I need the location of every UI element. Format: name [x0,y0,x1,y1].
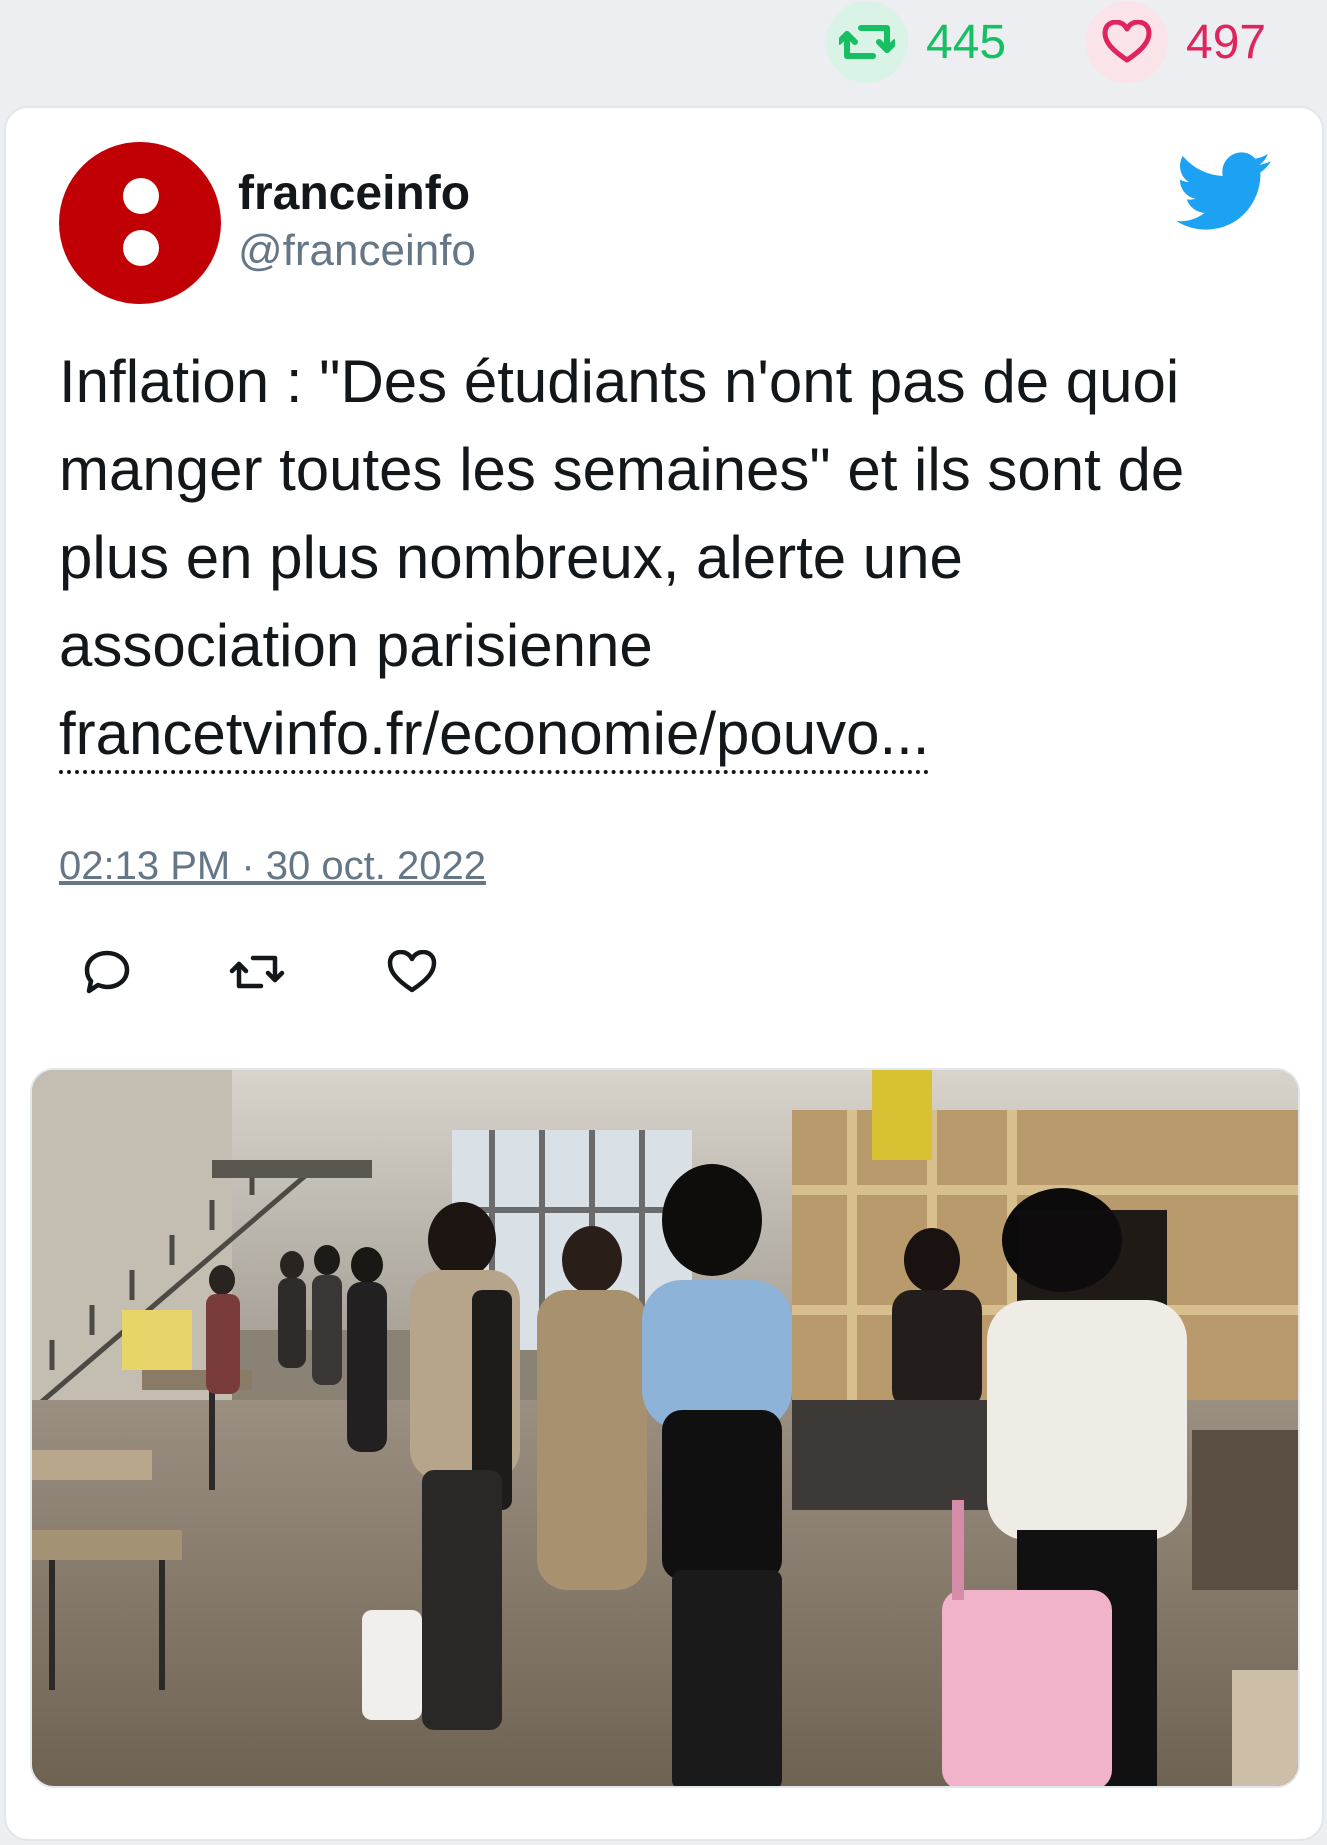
twitter-bird-icon[interactable] [1176,152,1272,232]
retweet-count: 445 [926,15,1007,69]
retweet-icon [826,1,908,83]
author-name[interactable]: franceinfo [238,166,470,221]
avatar-dot [123,178,159,214]
tweet-link[interactable]: francetvinfo.fr/economie/pouvo... [59,698,930,774]
reply-icon[interactable] [79,944,135,1000]
avatar-dot [123,230,159,266]
retweet-action-icon[interactable] [229,944,285,1000]
photo-scene [32,1070,1298,1786]
engagement-bar: 445 497 [0,0,1327,100]
tweet-text: Inflation : "Des étudiants n'ont pas de … [59,338,1259,778]
avatar[interactable] [59,142,221,304]
tweet-card: franceinfo @franceinfo Inflation : "Des … [4,106,1324,1841]
tweet-photo[interactable] [30,1068,1300,1788]
retweet-stat[interactable]: 445 [826,1,1007,83]
tweet-timestamp[interactable]: 02:13 PM · 30 oct. 2022 [59,844,486,889]
tweet-body: Inflation : "Des étudiants n'ont pas de … [59,348,1185,679]
like-action-icon[interactable] [384,944,440,1000]
author-handle[interactable]: @franceinfo [238,226,476,276]
like-stat[interactable]: 497 [1086,1,1267,83]
like-count: 497 [1186,15,1267,69]
heart-icon [1086,1,1168,83]
